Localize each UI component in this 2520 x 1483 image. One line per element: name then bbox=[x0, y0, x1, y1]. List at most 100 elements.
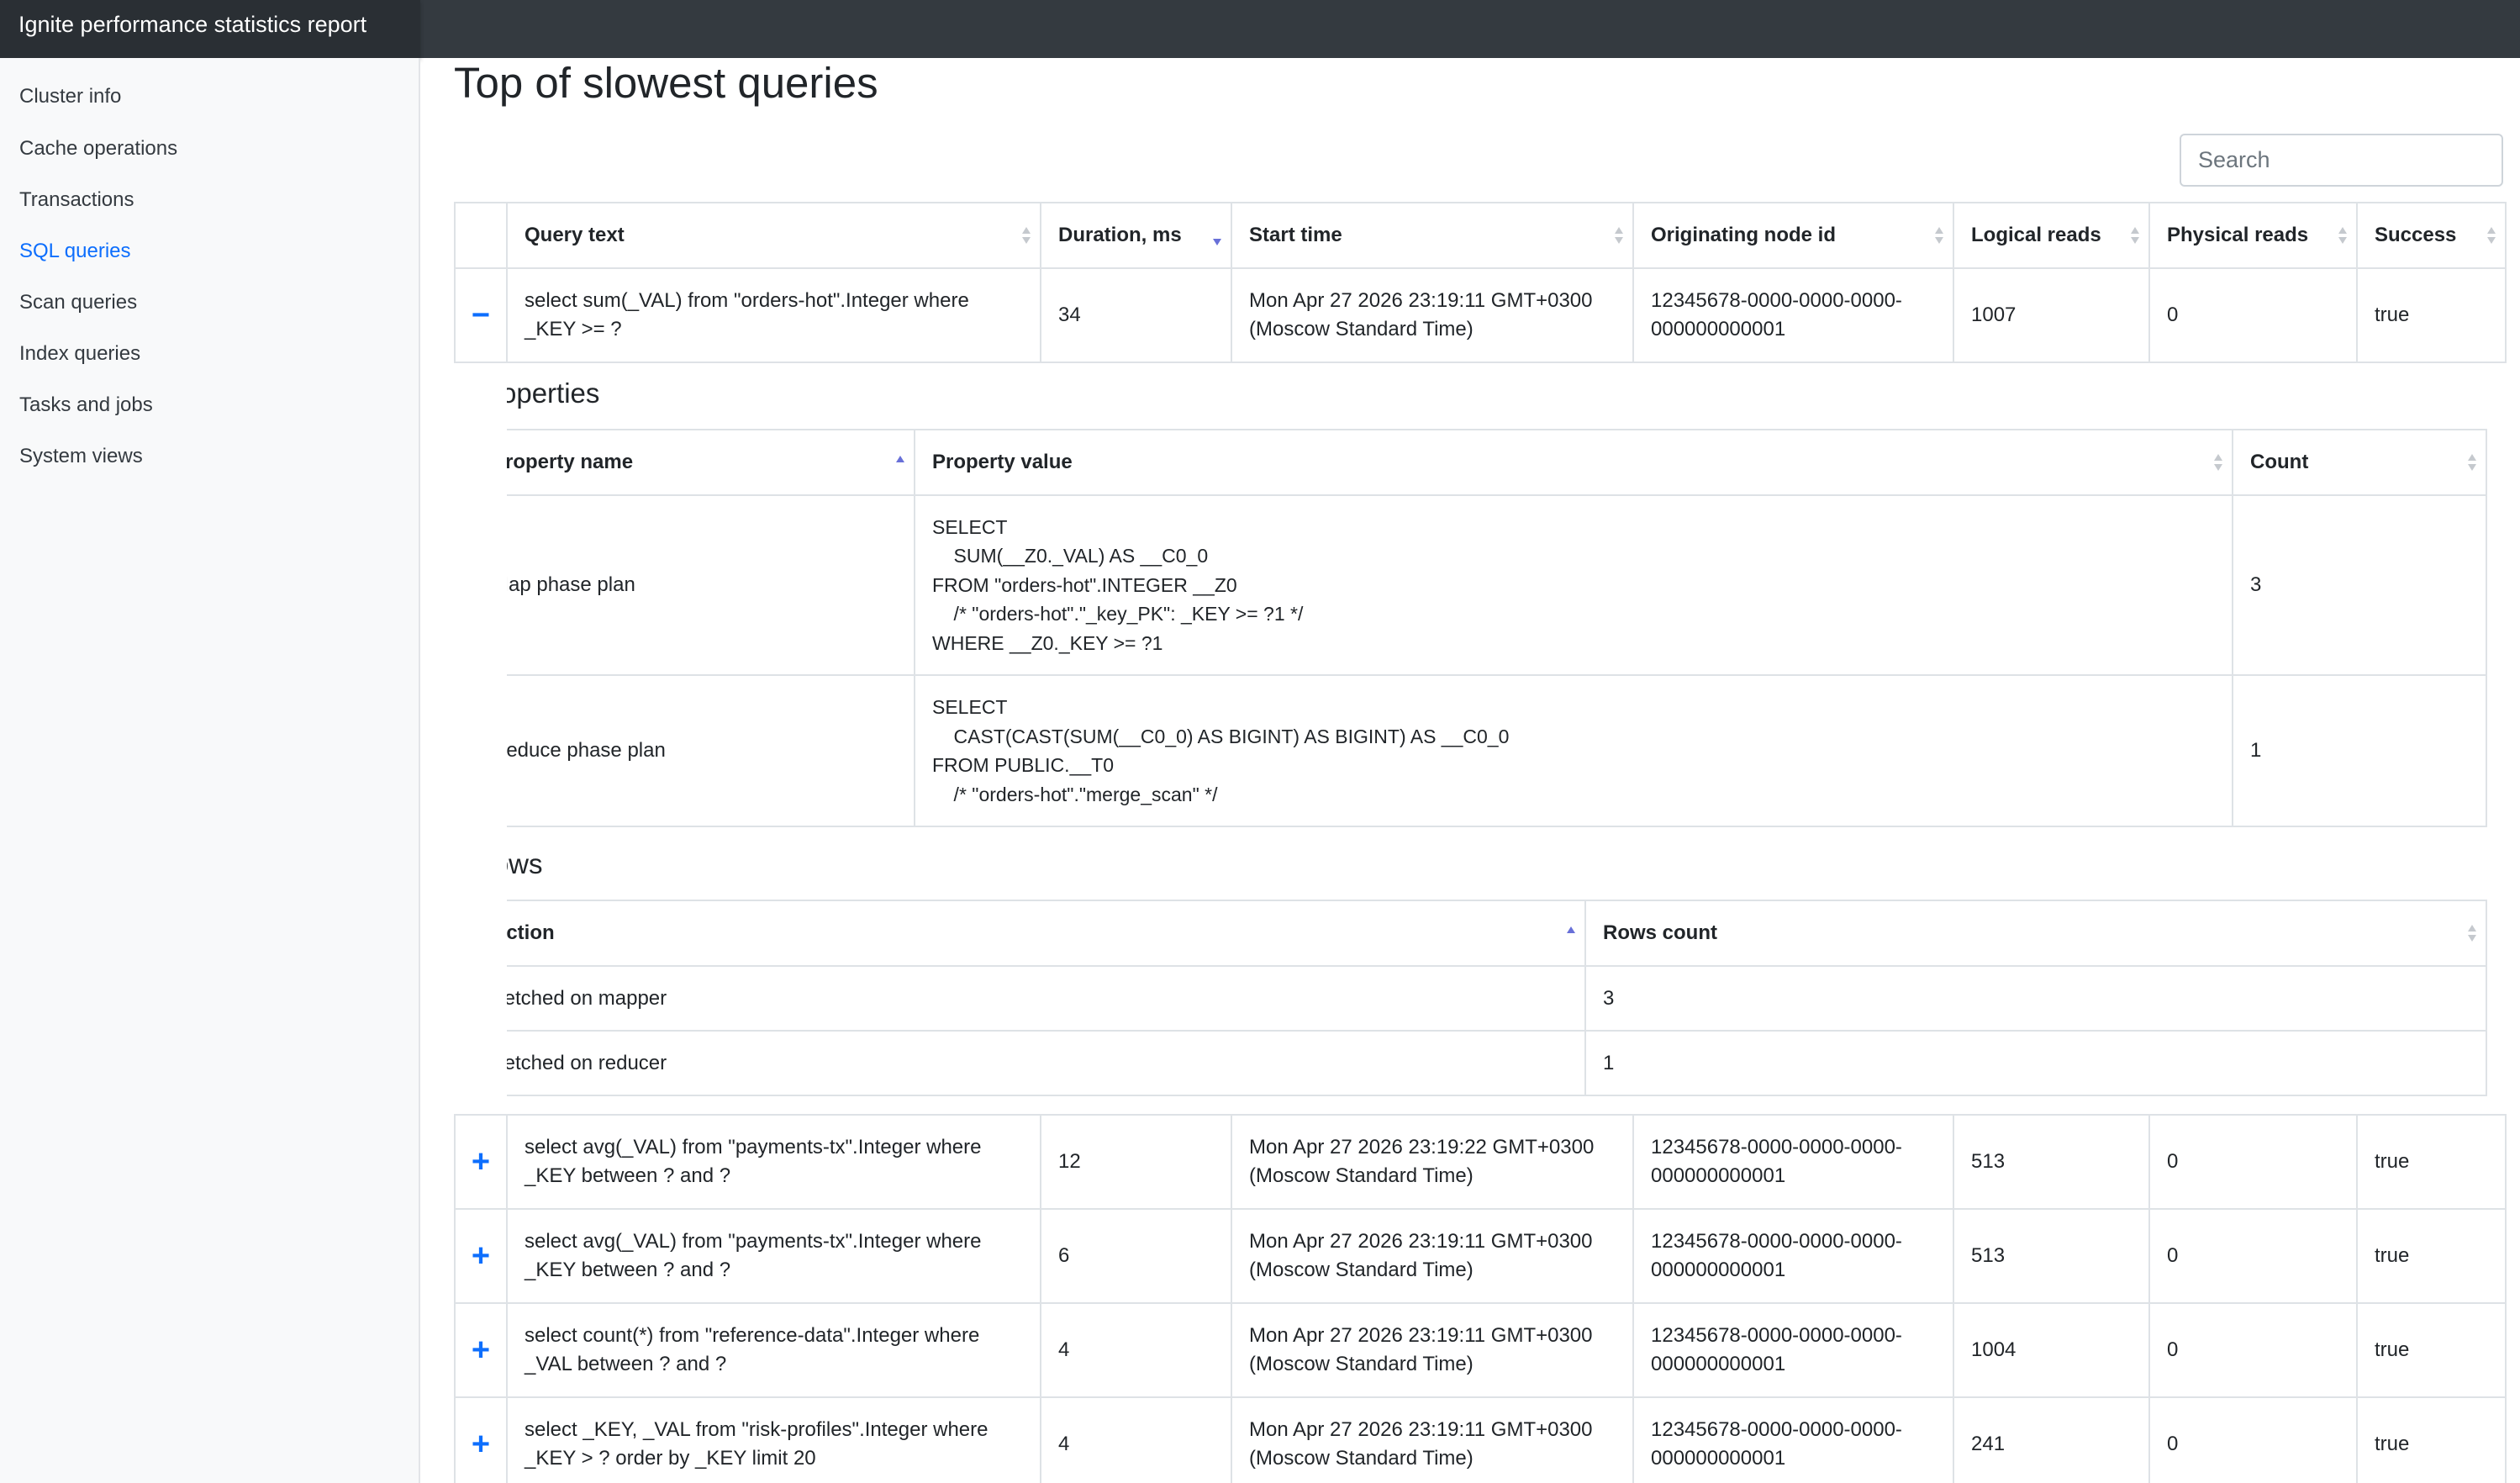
main-content: Top of slowest queries Query text Durati… bbox=[454, 58, 2507, 1483]
node-id-cell: 12345678-0000-0000-0000-000000000001 bbox=[1632, 1302, 1954, 1398]
node-id-cell: 12345678-0000-0000-0000-000000000001 bbox=[1632, 1208, 1954, 1304]
sidebar-item-tasks-and-jobs[interactable]: Tasks and jobs bbox=[19, 392, 153, 419]
expand-row-button[interactable]: + bbox=[454, 1114, 508, 1210]
table-row: Reduce phase plan SELECT CAST(CAST(SUM(_… bbox=[507, 674, 2487, 827]
start-time-cell: Mon Apr 27 2026 23:19:11 GMT+0300 (Mosco… bbox=[1231, 267, 1634, 363]
physical-reads-cell: 0 bbox=[2148, 1114, 2358, 1210]
success-cell: true bbox=[2356, 1302, 2507, 1398]
query-text-cell: select avg(_VAL) from "payments-tx".Inte… bbox=[506, 1114, 1041, 1210]
query-detail-panel: Properties Property name Property value … bbox=[507, 363, 2487, 1114]
column-header-success[interactable]: Success bbox=[2356, 202, 2507, 269]
duration-cell: 4 bbox=[1040, 1302, 1232, 1398]
logical-reads-cell: 241 bbox=[1953, 1396, 2150, 1483]
table-row: Fetched on reducer 1 bbox=[507, 1030, 2487, 1096]
physical-reads-cell: 0 bbox=[2148, 1302, 2358, 1398]
expand-row-button[interactable]: + bbox=[454, 1302, 508, 1398]
table-header-row: Query text Duration, ms Start time Origi… bbox=[454, 202, 2507, 269]
collapse-row-button[interactable]: − bbox=[454, 267, 508, 363]
sort-icon bbox=[1614, 225, 1624, 245]
column-header-logical-reads[interactable]: Logical reads bbox=[1953, 202, 2150, 269]
column-header-label: Success bbox=[2375, 224, 2457, 246]
sidebar-item-index-queries[interactable]: Index queries bbox=[19, 340, 140, 367]
column-header-label: Physical reads bbox=[2167, 224, 2309, 246]
node-id-cell: 12345678-0000-0000-0000-000000000001 bbox=[1632, 1396, 1954, 1483]
sidebar-item-system-views[interactable]: System views bbox=[19, 443, 143, 470]
column-header-label: Rows count bbox=[1603, 921, 1717, 944]
column-header-label: Query text bbox=[525, 224, 625, 246]
table-row[interactable]: + select avg(_VAL) from "payments-tx".In… bbox=[454, 1208, 2507, 1304]
column-header-originating-node-id[interactable]: Originating node id bbox=[1632, 202, 1954, 269]
column-header-duration[interactable]: Duration, ms bbox=[1040, 202, 1232, 269]
logical-reads-cell: 513 bbox=[1953, 1208, 2150, 1304]
logical-reads-cell: 1004 bbox=[1953, 1302, 2150, 1398]
success-cell: true bbox=[2356, 1208, 2507, 1304]
column-header-property-name[interactable]: Property name bbox=[507, 429, 915, 496]
logical-reads-cell: 1007 bbox=[1953, 267, 2150, 363]
node-id-cell: 12345678-0000-0000-0000-000000000001 bbox=[1632, 267, 1954, 363]
table-row[interactable]: + select count(*) from "reference-data".… bbox=[454, 1302, 2507, 1398]
column-header-label: Count bbox=[2250, 451, 2309, 473]
column-header-label: Property name bbox=[507, 451, 634, 473]
search-input[interactable] bbox=[2180, 134, 2503, 187]
physical-reads-cell: 0 bbox=[2148, 267, 2358, 363]
property-name-cell: Reduce phase plan bbox=[507, 674, 915, 827]
column-header-count[interactable]: Count bbox=[2232, 429, 2487, 496]
sidebar-item-cache-operations[interactable]: Cache operations bbox=[19, 135, 177, 162]
column-header-action[interactable]: Action bbox=[507, 900, 1586, 967]
column-header-label: Start time bbox=[1249, 224, 1342, 246]
duration-cell: 34 bbox=[1040, 267, 1232, 363]
app-title[interactable]: Ignite performance statistics report bbox=[0, 0, 420, 58]
expand-row-button[interactable]: + bbox=[454, 1396, 508, 1483]
sidebar-item-scan-queries[interactable]: Scan queries bbox=[19, 289, 137, 316]
node-id-cell: 12345678-0000-0000-0000-000000000001 bbox=[1632, 1114, 1954, 1210]
detail-spacer bbox=[455, 362, 507, 1115]
table-row[interactable]: − select sum(_VAL) from "orders-hot".Int… bbox=[454, 267, 2507, 363]
property-value-cell: SELECT CAST(CAST(SUM(__C0_0) AS BIGINT) … bbox=[914, 674, 2233, 827]
success-cell: true bbox=[2356, 1114, 2507, 1210]
column-header-physical-reads[interactable]: Physical reads bbox=[2148, 202, 2358, 269]
properties-heading: Properties bbox=[507, 377, 600, 409]
column-header-label: Logical reads bbox=[1971, 224, 2101, 246]
duration-cell: 6 bbox=[1040, 1208, 1232, 1304]
duration-cell: 4 bbox=[1040, 1396, 1232, 1483]
property-name-cell: Map phase plan bbox=[507, 494, 915, 676]
sort-asc-icon bbox=[895, 452, 905, 472]
sidebar-item-sql-queries[interactable]: SQL queries bbox=[19, 238, 131, 265]
property-count-cell: 3 bbox=[2232, 494, 2487, 676]
column-header-start-time[interactable]: Start time bbox=[1231, 202, 1634, 269]
sort-icon bbox=[2338, 225, 2348, 245]
sort-icon bbox=[2130, 225, 2140, 245]
query-text-cell: select _KEY, _VAL from "risk-profiles".I… bbox=[506, 1396, 1041, 1483]
sidebar-item-cluster-info[interactable]: Cluster info bbox=[19, 83, 121, 110]
table-header-row: Property name Property value Count bbox=[507, 429, 2487, 496]
column-header-label: Originating node id bbox=[1651, 224, 1836, 246]
sidebar: Cluster info Cache operations Transactio… bbox=[0, 58, 420, 1483]
sort-icon bbox=[2213, 452, 2223, 472]
sort-desc-icon bbox=[1212, 225, 1222, 245]
page-title: Top of slowest queries bbox=[454, 59, 878, 107]
properties-table: Property name Property value Count Map p… bbox=[507, 429, 2487, 827]
action-cell: Fetched on mapper bbox=[507, 965, 1586, 1032]
sort-icon bbox=[2486, 225, 2496, 245]
expander-column-header bbox=[454, 202, 508, 269]
column-header-label: Duration, ms bbox=[1058, 224, 1182, 246]
sort-asc-icon bbox=[1566, 923, 1576, 943]
rows-heading: Rows bbox=[507, 848, 543, 879]
start-time-cell: Mon Apr 27 2026 23:19:11 GMT+0300 (Mosco… bbox=[1231, 1302, 1634, 1398]
column-header-property-value[interactable]: Property value bbox=[914, 429, 2233, 496]
table-row[interactable]: + select _KEY, _VAL from "risk-profiles"… bbox=[454, 1396, 2507, 1483]
success-cell: true bbox=[2356, 1396, 2507, 1483]
column-header-rows-count[interactable]: Rows count bbox=[1584, 900, 2487, 967]
table-row: Fetched on mapper 3 bbox=[507, 965, 2487, 1032]
property-count-cell: 1 bbox=[2232, 674, 2487, 827]
table-row[interactable]: + select avg(_VAL) from "payments-tx".In… bbox=[454, 1114, 2507, 1210]
expand-row-button[interactable]: + bbox=[454, 1208, 508, 1304]
column-header-label: Property value bbox=[932, 451, 1073, 473]
rows-table: Action Rows count Fetched on mapper 3 bbox=[507, 900, 2487, 1096]
physical-reads-cell: 0 bbox=[2148, 1396, 2358, 1483]
sidebar-item-transactions[interactable]: Transactions bbox=[19, 187, 134, 214]
top-navbar: Ignite performance statistics report bbox=[0, 0, 2520, 58]
start-time-cell: Mon Apr 27 2026 23:19:22 GMT+0300 (Mosco… bbox=[1231, 1114, 1634, 1210]
column-header-query-text[interactable]: Query text bbox=[506, 202, 1041, 269]
action-cell: Fetched on reducer bbox=[507, 1030, 1586, 1096]
